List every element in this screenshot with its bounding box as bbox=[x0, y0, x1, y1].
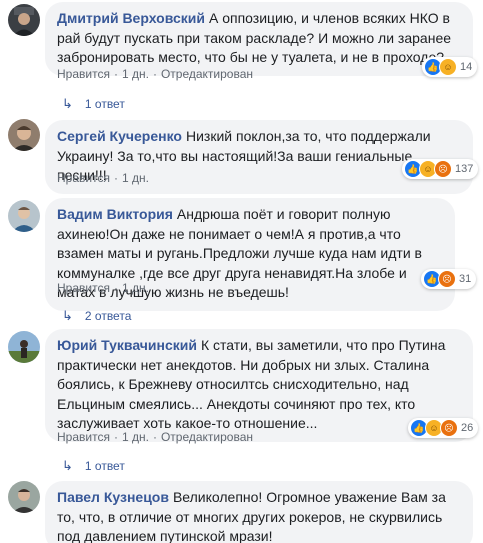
like-link[interactable]: Нравится bbox=[57, 171, 110, 185]
comment-author[interactable]: Сергей Кучеренко bbox=[57, 128, 182, 144]
comment-actions: Нравится · 1 дн. bbox=[57, 281, 149, 295]
dot-separator: · bbox=[113, 281, 118, 295]
reaction-count: 137 bbox=[455, 163, 474, 175]
reaction-count: 26 bbox=[461, 422, 474, 434]
comment-author[interactable]: Павел Кузнецов bbox=[57, 489, 169, 505]
timestamp[interactable]: 1 дн. bbox=[122, 430, 149, 444]
like-link[interactable]: Нравится bbox=[57, 430, 110, 444]
comments-feed: Дмитрий Верховский А оппозицию, и членов … bbox=[0, 0, 483, 543]
dot-separator: · bbox=[113, 430, 118, 444]
replies-count[interactable]: 1 ответ bbox=[85, 459, 125, 473]
reaction-count: 14 bbox=[460, 61, 473, 73]
angry-icon: ☹ bbox=[438, 270, 456, 288]
reactions-summary[interactable]: 👍 ☺ ☹ 26 bbox=[408, 418, 479, 438]
comment-bubble: Дмитрий Верховский А оппозицию, и членов … bbox=[45, 2, 473, 76]
comment-bubble: Павел Кузнецов Великолепно! Огромное уваж… bbox=[45, 481, 473, 543]
reply-arrow-icon: ↳ bbox=[62, 458, 73, 473]
avatar[interactable] bbox=[8, 481, 40, 513]
comment-author[interactable]: Вадим Виктория bbox=[57, 206, 173, 222]
comment-actions: Нравится · 1 дн. · Отредактирован bbox=[57, 430, 253, 444]
dot-separator: · bbox=[113, 171, 118, 185]
edited-label[interactable]: Отредактирован bbox=[161, 67, 253, 81]
comment-author[interactable]: Юрий Туквачинский bbox=[57, 337, 197, 353]
replies-count[interactable]: 1 ответ bbox=[85, 97, 125, 111]
comment-actions: Нравится · 1 дн. bbox=[57, 171, 149, 185]
reaction-count: 31 bbox=[459, 273, 472, 285]
avatar[interactable] bbox=[8, 331, 40, 363]
reactions-summary[interactable]: 👍 ☺ 14 bbox=[422, 57, 478, 77]
reply-arrow-icon: ↳ bbox=[62, 96, 73, 111]
like-link[interactable]: Нравится bbox=[57, 281, 110, 295]
dot-separator: · bbox=[152, 67, 157, 81]
timestamp[interactable]: 1 дн. bbox=[122, 67, 149, 81]
reactions-summary[interactable]: 👍 ☺ ☹ 137 bbox=[402, 159, 479, 179]
angry-icon: ☹ bbox=[434, 160, 452, 178]
timestamp[interactable]: 1 дн. bbox=[122, 281, 149, 295]
replies-count[interactable]: 2 ответа bbox=[85, 309, 131, 323]
haha-icon: ☺ bbox=[439, 58, 457, 76]
angry-icon: ☹ bbox=[440, 419, 458, 437]
view-replies-link[interactable]: ↳ 1 ответ bbox=[62, 458, 125, 474]
avatar[interactable] bbox=[8, 119, 40, 151]
comment-author[interactable]: Дмитрий Верховский bbox=[57, 10, 205, 26]
reply-arrow-icon: ↳ bbox=[62, 308, 73, 323]
avatar[interactable] bbox=[8, 200, 40, 232]
edited-label[interactable]: Отредактирован bbox=[161, 430, 253, 444]
dot-separator: · bbox=[152, 430, 157, 444]
timestamp[interactable]: 1 дн. bbox=[122, 171, 149, 185]
reactions-summary[interactable]: 👍 ☹ 31 bbox=[421, 269, 477, 289]
dot-separator: · bbox=[113, 67, 118, 81]
view-replies-link[interactable]: ↳ 1 ответ bbox=[62, 96, 125, 112]
comment-actions: Нравится · 1 дн. · Отредактирован bbox=[57, 67, 253, 81]
like-link[interactable]: Нравится bbox=[57, 67, 110, 81]
avatar[interactable] bbox=[8, 4, 40, 36]
view-replies-link[interactable]: ↳ 2 ответа bbox=[62, 308, 131, 324]
